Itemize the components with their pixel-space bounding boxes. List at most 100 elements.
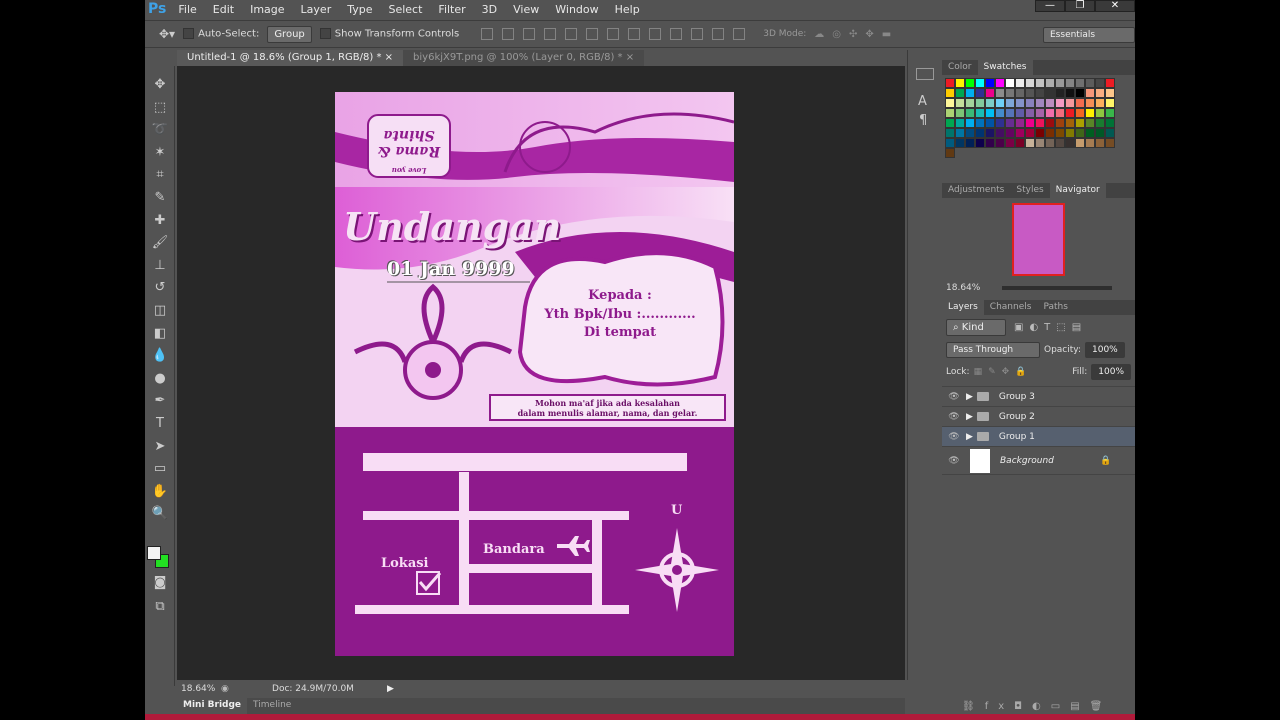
tab-mini-bridge[interactable]: Mini Bridge [177, 698, 248, 714]
color-swatch[interactable] [1025, 98, 1035, 108]
color-swatch[interactable] [1085, 78, 1095, 88]
color-swatch[interactable] [995, 78, 1005, 88]
color-swatch[interactable] [1095, 128, 1105, 138]
color-swatch[interactable] [995, 118, 1005, 128]
color-swatch[interactable] [1015, 128, 1025, 138]
color-swatch[interactable] [1105, 128, 1115, 138]
color-swatch[interactable] [965, 128, 975, 138]
blend-mode-dropdown[interactable]: Pass Through [946, 342, 1040, 358]
color-swatch[interactable] [985, 138, 995, 148]
color-swatch[interactable] [955, 88, 965, 98]
tab-navigator[interactable]: Navigator [1049, 183, 1106, 198]
quick-mask-icon[interactable]: ◙ [145, 572, 175, 595]
color-swatch[interactable] [965, 118, 975, 128]
color-swatch[interactable] [1055, 78, 1065, 88]
color-swatch[interactable] [945, 128, 955, 138]
color-swatch[interactable] [975, 128, 985, 138]
crop-tool-icon[interactable]: ⌗ [145, 164, 175, 187]
menu-image[interactable]: Image [250, 3, 284, 16]
color-swatch[interactable] [1035, 78, 1045, 88]
color-swatch[interactable] [1025, 78, 1035, 88]
color-swatch[interactable] [1095, 78, 1105, 88]
color-swatch[interactable] [955, 138, 965, 148]
color-swatch[interactable] [1105, 88, 1115, 98]
visibility-eye-icon[interactable]: 👁 [942, 412, 966, 422]
layer-background[interactable]: 👁 Background 🔒 [942, 447, 1135, 475]
layers-footer-icons[interactable]: ⛓fx◘◐▭▤🗑 [962, 701, 1112, 712]
menu-layer[interactable]: Layer [301, 3, 332, 16]
zoom-tool-icon[interactable]: 🔍 [145, 503, 175, 526]
color-swatch[interactable] [1065, 118, 1075, 128]
navigator-zoom-slider[interactable] [1002, 286, 1112, 290]
tab-swatches[interactable]: Swatches [977, 60, 1033, 75]
color-swatch[interactable] [975, 118, 985, 128]
color-swatch[interactable] [945, 98, 955, 108]
color-swatch[interactable] [1055, 98, 1065, 108]
color-swatch[interactable] [945, 78, 955, 88]
color-swatch[interactable] [955, 108, 965, 118]
color-swatch[interactable] [1085, 98, 1095, 108]
color-swatch[interactable] [1035, 128, 1045, 138]
color-swatch[interactable] [1015, 78, 1025, 88]
menu-3d[interactable]: 3D [482, 3, 497, 16]
color-swatch[interactable] [1095, 118, 1105, 128]
layer-group-3[interactable]: 👁 ▶ Group 3 [942, 387, 1135, 407]
color-swatch[interactable] [1025, 118, 1035, 128]
color-swatch[interactable] [975, 98, 985, 108]
auto-select-checkbox[interactable]: Auto-Select: [183, 28, 259, 40]
status-arrow-icon[interactable]: ▶ [387, 684, 394, 694]
stamp-tool-icon[interactable]: ⊥ [145, 255, 175, 278]
color-swatch[interactable] [1055, 138, 1065, 148]
color-swatch[interactable] [1005, 138, 1015, 148]
color-swatch[interactable] [1075, 98, 1085, 108]
color-swatch[interactable] [1085, 128, 1095, 138]
color-swatch[interactable] [1055, 118, 1065, 128]
lasso-tool-icon[interactable]: ➰ [145, 119, 175, 142]
color-swatch[interactable] [1015, 108, 1025, 118]
color-swatch[interactable] [1045, 118, 1055, 128]
color-swatch[interactable] [1085, 108, 1095, 118]
menu-filter[interactable]: Filter [438, 3, 465, 16]
color-swatch[interactable] [955, 118, 965, 128]
color-swatch[interactable] [975, 108, 985, 118]
color-swatch[interactable] [985, 78, 995, 88]
menu-file[interactable]: File [178, 3, 196, 16]
hand-tool-icon[interactable]: ✋ [145, 481, 175, 504]
tab-untitled-1[interactable]: Untitled-1 @ 18.6% (Group 1, RGB/8) * × [177, 50, 404, 66]
menu-view[interactable]: View [513, 3, 539, 16]
color-swatch[interactable] [1035, 108, 1045, 118]
color-swatch[interactable] [1065, 108, 1075, 118]
fill-input[interactable]: 100% [1091, 364, 1131, 380]
color-swatch[interactable] [1105, 138, 1115, 148]
workspace-dropdown[interactable]: Essentials [1043, 27, 1135, 43]
brush-tool-icon[interactable]: 🖌 [145, 232, 175, 255]
color-swatch[interactable] [1065, 138, 1075, 148]
tab-adjustments[interactable]: Adjustments [942, 183, 1010, 198]
color-swatch[interactable] [1045, 98, 1055, 108]
menu-edit[interactable]: Edit [213, 3, 234, 16]
color-swatch[interactable] [1045, 108, 1055, 118]
minimize-button[interactable]: — [1035, 0, 1065, 12]
color-swatch[interactable] [1005, 98, 1015, 108]
color-swatch[interactable] [1065, 128, 1075, 138]
color-swatch[interactable] [1005, 78, 1015, 88]
color-swatch[interactable] [1045, 88, 1055, 98]
tab-paths[interactable]: Paths [1037, 300, 1073, 315]
healing-tool-icon[interactable]: ✚ [145, 210, 175, 233]
color-swatch[interactable] [1075, 88, 1085, 98]
color-swatch[interactable] [995, 108, 1005, 118]
color-swatch[interactable] [965, 78, 975, 88]
dodge-tool-icon[interactable]: ● [145, 368, 175, 391]
color-swatch[interactable] [1035, 138, 1045, 148]
move-tool-icon[interactable]: ✥▾ [159, 27, 175, 41]
color-swatch[interactable] [965, 98, 975, 108]
color-swatch[interactable] [1045, 128, 1055, 138]
color-swatch[interactable] [1005, 128, 1015, 138]
color-swatch[interactable] [1055, 88, 1065, 98]
document-canvas[interactable]: Rama & Shinta Love you Undangan 01 Jan 9… [335, 92, 735, 656]
color-swatch[interactable] [1095, 98, 1105, 108]
color-swatch[interactable] [1075, 108, 1085, 118]
color-swatch[interactable] [1105, 78, 1115, 88]
color-swatch[interactable] [965, 138, 975, 148]
tab-close-icon[interactable]: × [385, 52, 393, 63]
